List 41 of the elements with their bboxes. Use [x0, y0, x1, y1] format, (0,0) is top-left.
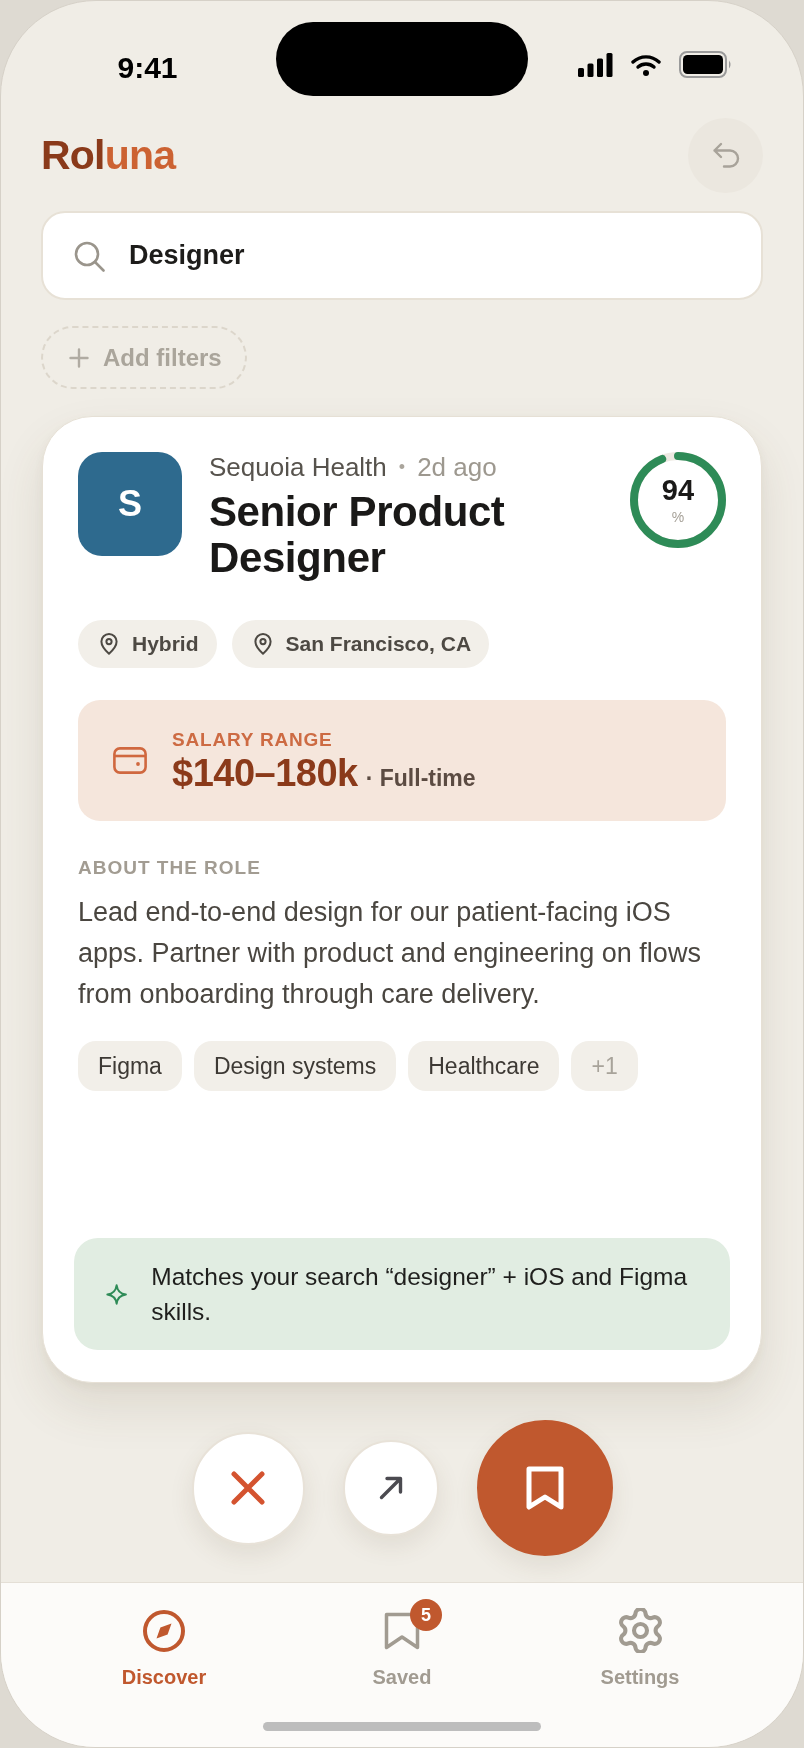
salary-label: SALARY RANGE: [172, 728, 334, 751]
company-name: Sequoia Health: [209, 452, 387, 482]
status-time: 9:41: [117, 52, 178, 83]
match-reason-text: Matches your search “designer” + iOS and Figma skills.: [151, 1262, 689, 1327]
signal-icon: [578, 52, 613, 77]
section-heading: ABOUT THE ROLE: [78, 857, 262, 879]
skill-tag: Figma: [78, 1041, 182, 1091]
battery-icon: [679, 51, 732, 78]
nav-tab[interactable]: Settings: [576, 1598, 704, 1689]
company-logo: S: [78, 452, 182, 556]
nav-tab[interactable]: Discover: [97, 1598, 231, 1689]
compass-icon: [143, 1609, 185, 1652]
match-score-unit: %: [671, 510, 685, 524]
job-title: Senior Product Designer: [209, 489, 506, 581]
search-icon: [74, 241, 105, 272]
wifi-icon: [631, 53, 661, 76]
posted-time: 2d ago: [417, 452, 497, 482]
app-logo: Roluna: [41, 135, 176, 176]
wallet-icon: [113, 747, 147, 774]
map-pin-icon: [253, 633, 272, 655]
nav-tab[interactable]: 5 Saved: [348, 1598, 456, 1689]
skill-tag: Design systems: [193, 1041, 397, 1091]
arrow-up-right-icon: [378, 1476, 403, 1500]
separator-dot: •: [398, 456, 406, 479]
gear-icon: [617, 1608, 663, 1653]
more-skills-tag: +1: [571, 1041, 638, 1091]
skill-tag: Healthcare: [408, 1041, 560, 1091]
employment-type: · Full-time: [365, 764, 476, 792]
bookmark-icon: [525, 1466, 564, 1510]
count-badge: 5: [410, 1599, 442, 1631]
undo-icon: [711, 141, 740, 170]
match-score-value: 94: [661, 476, 695, 505]
role-description: Lead end-to-end design for our patient-facing iOS apps. Partner with product and engineering on flows from onboarding through care delivery.: [78, 896, 702, 1011]
map-pin-icon: [100, 633, 118, 655]
salary-amount: $140–180k: [172, 752, 358, 793]
sparkle-icon: [106, 1282, 128, 1306]
location-label: San Francisco, CA: [285, 632, 472, 656]
location-label: Hybrid: [132, 632, 199, 656]
search-field[interactable]: Designer: [41, 211, 763, 300]
plus-icon: [69, 347, 89, 368]
x-icon: [231, 1471, 265, 1505]
